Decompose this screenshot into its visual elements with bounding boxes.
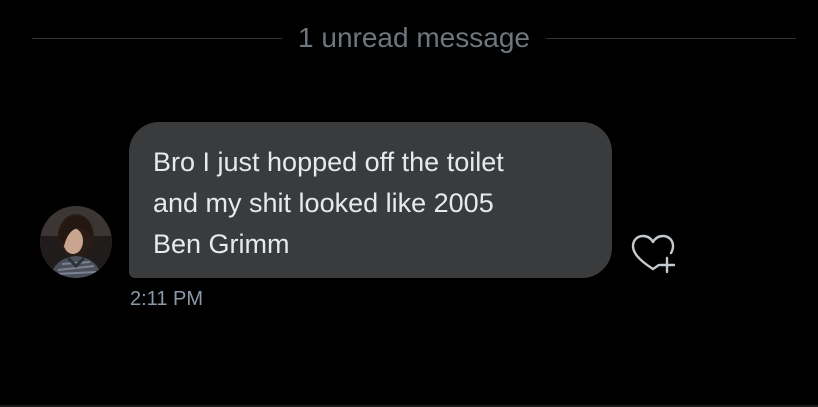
message-line-1: Bro I just hopped off the toilet xyxy=(153,147,504,177)
message-bubble[interactable]: Bro I just hopped off the toilet and my … xyxy=(129,122,612,278)
dm-conversation-view: 1 unread message Bro I just hopped off t… xyxy=(0,0,818,407)
divider-line-right xyxy=(545,37,796,39)
heart-plus-icon xyxy=(631,234,676,274)
unread-message-label: 1 unread message xyxy=(298,22,530,53)
avatar-photo-icon xyxy=(40,206,112,278)
add-reaction-button[interactable] xyxy=(628,232,680,278)
sender-avatar[interactable] xyxy=(40,206,112,278)
divider-line-left xyxy=(32,37,283,39)
unread-divider: 1 unread message xyxy=(32,18,796,58)
message-timestamp: 2:11 PM xyxy=(130,288,203,310)
message-line-3: Ben Grimm xyxy=(153,229,290,259)
message-line-2: and my shit looked like 2005 xyxy=(153,188,494,218)
